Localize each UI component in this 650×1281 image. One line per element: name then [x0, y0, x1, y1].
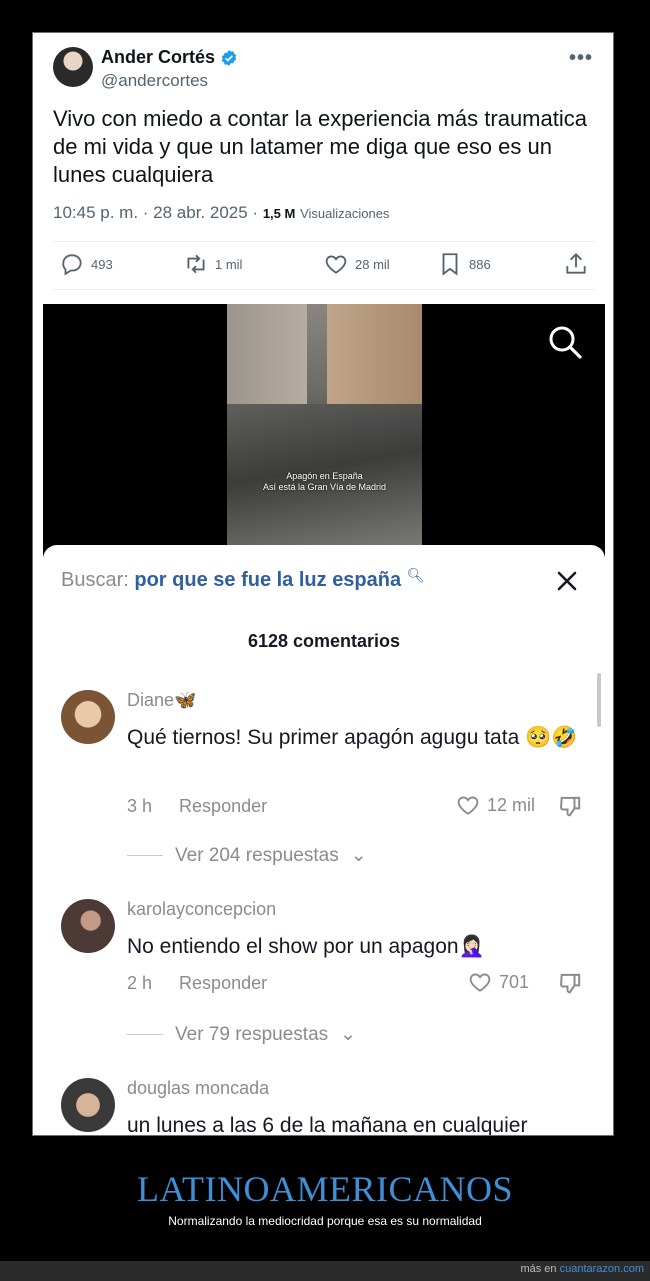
share-icon — [566, 252, 586, 274]
comment-like-button[interactable]: 12 mil — [455, 792, 535, 818]
divider — [127, 855, 163, 856]
comment-like-count: 701 — [499, 971, 530, 992]
heart-icon — [325, 255, 347, 274]
comment-time: 3 h — [127, 796, 153, 816]
bookmark-count: 886 — [469, 256, 491, 272]
like-count: 28 mil — [355, 256, 390, 272]
chevron-down-icon: ⌄ — [340, 1024, 357, 1045]
share-button[interactable] — [563, 251, 589, 277]
footer-subtitle: Normalizando la mediocridad porque esa e… — [168, 1214, 482, 1228]
heart-icon — [457, 796, 479, 815]
comment-item: douglas moncada un lunes a las 6 de la m… — [61, 1078, 591, 1136]
views-label: Visualizaciones — [300, 206, 390, 221]
close-icon[interactable] — [557, 571, 577, 591]
scrollbar[interactable] — [597, 673, 601, 727]
tweet-card: Ander Cortés @andercortes ••• Vivo con m… — [32, 32, 614, 1136]
commenter-username[interactable]: douglas moncada — [127, 1078, 269, 1099]
video-caption-line: Así está la Gran Vía de Madrid — [262, 482, 387, 492]
tweet-meta: 10:45 p. m. · 28 abr. 2025 · 1,5 M Visua… — [53, 203, 389, 223]
commenter-username[interactable]: Diane🦋 — [127, 690, 196, 711]
dislike-icon[interactable] — [557, 792, 585, 820]
search-icon: 🔍︎ — [406, 567, 425, 583]
footer-title: LATINOAMERICANOS — [137, 1169, 513, 1209]
like-button[interactable]: 28 mil — [323, 251, 390, 277]
video-frame[interactable]: Apagón en España Así está la Gran Vía de… — [227, 304, 422, 549]
comment-meta: 3 h Responder — [127, 796, 267, 817]
comment-item: karolayconcepcion No entiendo el show po… — [61, 899, 591, 1049]
view-replies-label: Ver 79 respuestas — [175, 1023, 329, 1045]
tweet-media-screenshot[interactable]: Apagón en España Así está la Gran Vía de… — [43, 304, 605, 1136]
search-label: Buscar: — [61, 569, 129, 591]
heart-icon — [469, 973, 491, 992]
comment-text: Qué tiernos! Su primer apagón agugu tata… — [127, 726, 578, 749]
reply-button[interactable]: 493 — [59, 251, 113, 277]
chevron-down-icon: ⌄ — [350, 845, 367, 866]
commenter-username[interactable]: karolayconcepcion — [127, 899, 276, 920]
retweet-button[interactable]: 1 mil — [183, 251, 242, 277]
comment-text: No entiendo el show por un apagon🤦🏻‍♀️ — [127, 935, 485, 958]
search-query[interactable]: por que se fue la luz españa — [134, 569, 401, 591]
author-handle[interactable]: @andercortes — [101, 71, 208, 91]
comment-item: Diane🦋 Qué tiernos! Su primer apagón agu… — [61, 690, 591, 870]
credit-prefix: más en — [520, 1263, 557, 1275]
divider — [127, 1034, 163, 1035]
search-icon[interactable] — [547, 324, 583, 360]
reply-count: 493 — [91, 256, 113, 272]
commenter-avatar[interactable] — [61, 899, 115, 953]
comment-time: 2 h — [127, 973, 153, 993]
commenter-avatar[interactable] — [61, 1078, 115, 1132]
tweet-text: Vivo con miedo a contar la experiencia m… — [53, 106, 587, 187]
comment-text: un lunes a las 6 de la mañana en cualqui… — [127, 1114, 528, 1136]
retweet-count: 1 mil — [215, 256, 243, 272]
video-caption: Apagón en España Así está la Gran Vía de… — [227, 471, 422, 493]
video-caption-line: Apagón en España — [286, 471, 363, 481]
author-avatar[interactable] — [53, 47, 93, 87]
commenter-avatar[interactable] — [61, 690, 115, 744]
comments-sheet: Buscar: por que se fue la luz españa 🔍︎ … — [43, 545, 605, 1136]
author-display-name[interactable]: Ander Cortés — [101, 47, 215, 68]
reply-icon — [62, 254, 82, 276]
comment-count: 6128 comentarios — [247, 631, 401, 651]
author-name-row: Ander Cortés — [101, 47, 238, 68]
divider — [53, 289, 595, 290]
view-replies-button[interactable]: Ver 79 respuestas ⌄ — [127, 1023, 356, 1046]
reply-button[interactable]: Responder — [179, 973, 267, 993]
credit-site-link[interactable]: cuantarazon.com — [560, 1263, 644, 1275]
divider — [53, 241, 595, 242]
reply-button[interactable]: Responder — [179, 796, 267, 816]
comment-search-bar[interactable]: Buscar: por que se fue la luz españa 🔍︎ — [61, 567, 425, 592]
view-replies-label: Ver 204 respuestas — [175, 844, 339, 866]
bookmark-icon — [442, 253, 458, 276]
verified-badge-icon — [221, 49, 237, 66]
tweet-actions: 493 1 mil 28 mil 886 — [53, 251, 595, 283]
view-replies-button[interactable]: Ver 204 respuestas ⌄ — [127, 844, 367, 867]
retweet-icon — [187, 254, 205, 274]
building-left — [227, 304, 307, 414]
footer-credit: más en cuantarazon.com — [520, 1263, 644, 1275]
views-count: 1,5 M — [262, 206, 296, 221]
comment-like-count: 12 mil — [487, 794, 536, 815]
comment-like-button[interactable]: 701 — [467, 969, 529, 995]
bookmark-button[interactable]: 886 — [437, 251, 491, 277]
dislike-icon[interactable] — [557, 969, 585, 997]
more-options-icon[interactable]: ••• — [569, 47, 593, 70]
comment-meta: 2 h Responder — [127, 973, 267, 994]
tweet-timestamp[interactable]: 10:45 p. m. · 28 abr. 2025 · — [53, 203, 258, 222]
